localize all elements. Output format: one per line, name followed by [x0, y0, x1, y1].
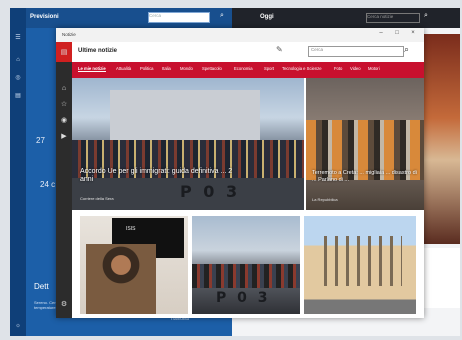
- search-input[interactable]: Cerca: [308, 46, 404, 57]
- card-flag-text: ISIS: [126, 226, 136, 232]
- card-person-shape: [86, 244, 156, 314]
- window-titlebar[interactable]: [56, 28, 424, 42]
- home-icon[interactable]: ⌂: [59, 84, 69, 94]
- tab-sport[interactable]: Sport: [264, 66, 274, 71]
- tab-foto[interactable]: Foto: [334, 66, 342, 71]
- search-icon[interactable]: ⌕: [424, 12, 428, 20]
- tab-politica[interactable]: Politica: [140, 66, 154, 71]
- weather-search-input[interactable]: Cerca: [148, 12, 210, 23]
- settings-icon[interactable]: ☼: [14, 322, 22, 330]
- search-icon[interactable]: ⌕: [220, 12, 228, 20]
- card-crowd-shape: [192, 264, 300, 288]
- tab-economia[interactable]: Economia: [234, 66, 253, 71]
- maximize-button[interactable]: □: [392, 30, 402, 36]
- hero-source: Corriere della Sera: [80, 196, 114, 201]
- map-icon[interactable]: ◎: [14, 74, 22, 82]
- weather-temperature: 27: [36, 136, 45, 145]
- home-icon[interactable]: ⌂: [14, 56, 22, 64]
- card-building-shape: [316, 236, 402, 286]
- edit-icon[interactable]: ✎: [276, 45, 283, 54]
- interests-icon[interactable]: ☆: [59, 100, 69, 110]
- local-icon[interactable]: ◉: [59, 116, 69, 126]
- close-button[interactable]: ×: [408, 30, 418, 36]
- hero-headline[interactable]: Accordo Ue per gli immigrati: guida defi…: [80, 168, 240, 184]
- hero-hull-marking: P 0 3: [180, 182, 241, 201]
- settings-icon[interactable]: ⚙: [59, 300, 69, 310]
- tab-attualita[interactable]: Attualità: [116, 66, 131, 71]
- menu-icon[interactable]: ☰: [14, 34, 22, 42]
- page-title: Ultime notizie: [78, 48, 118, 54]
- window-title: Notizie: [62, 32, 76, 37]
- minimize-button[interactable]: –: [376, 30, 386, 36]
- tab-spettacolo[interactable]: Spettacolo: [202, 66, 222, 71]
- oggi-feature-photo[interactable]: [420, 34, 460, 244]
- tab-tecnologia-e-scienze[interactable]: Tecnologia e Scienze: [282, 66, 322, 71]
- tab-video[interactable]: Video: [350, 66, 361, 71]
- side-story-source: La Repubblica: [312, 197, 338, 202]
- video-icon[interactable]: ▶: [59, 132, 69, 142]
- weather-title: Previsioni: [30, 14, 59, 20]
- weather-details-heading: Dett: [34, 282, 49, 291]
- tab-motori[interactable]: Motori: [368, 66, 380, 71]
- search-icon[interactable]: ⌕: [404, 44, 409, 55]
- card-hull-marking: P 0 3: [216, 290, 271, 306]
- news-icon[interactable]: ▤: [59, 48, 69, 58]
- tab-mondo[interactable]: Mondo: [180, 66, 193, 71]
- tab-italia[interactable]: Italia: [162, 66, 171, 71]
- oggi-title: Oggi: [260, 14, 274, 20]
- oggi-search-input[interactable]: Cerca notizie: [366, 13, 420, 23]
- chart-icon[interactable]: ▤: [14, 92, 22, 100]
- oggi-card[interactable]: [420, 248, 460, 308]
- side-story-headline[interactable]: Terremoto a Creta: ... migliaia ... disa…: [312, 170, 420, 183]
- tab-le-mie-notizie[interactable]: Le mie notizie: [78, 66, 106, 72]
- weather-day-temp: 24 c: [40, 180, 56, 189]
